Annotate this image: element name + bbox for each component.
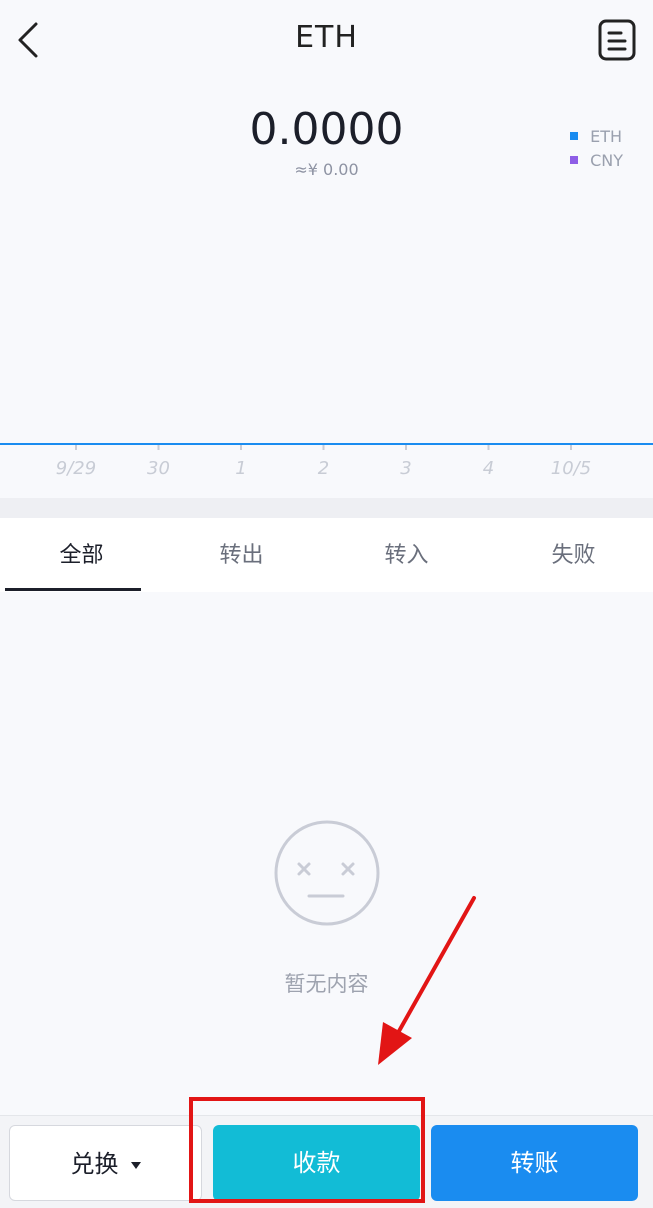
legend-item-eth: ETH [570,124,623,148]
balance-fiat: ≈¥ 0.00 [294,160,359,179]
x-tick-label: 9/29 [56,458,96,479]
balance-amount: 0.0000 [249,104,404,155]
legend-swatch-cny [570,156,579,164]
tab-failed[interactable]: 失败 [492,518,653,592]
x-tick-label: 3 [400,458,411,479]
exchange-button-label: 兑换 [70,1150,119,1178]
page-title: ETH [295,20,358,55]
tab-all[interactable]: 全部 [0,518,163,592]
x-tick-label: 1 [235,458,246,479]
empty-state-text: 暂无内容 [284,972,369,996]
transaction-tabs: 全部 转出 转入 失败 [0,518,653,592]
section-divider [0,498,653,518]
x-tick-label: 4 [483,458,494,479]
header: ETH [0,0,653,84]
tab-incoming[interactable]: 转入 [325,518,488,592]
chart-legend: ETH CNY [570,124,623,172]
empty-state [0,818,653,928]
caret-down-icon [130,1161,141,1169]
legend-label-eth: ETH [590,126,622,146]
x-tick-label: 2 [318,458,329,479]
legend-swatch-eth [570,132,579,140]
exchange-button[interactable]: 兑换 [9,1125,202,1201]
balance-chart: 9/29 30 1 2 3 4 10/5 [0,443,653,479]
tab-outgoing[interactable]: 转出 [160,518,323,592]
x-tick-label: 10/5 [551,458,591,479]
active-tab-indicator [5,588,141,591]
legend-label-cny: CNY [590,150,623,170]
pointer-arrow-icon [378,896,476,1065]
highlight-box [189,1097,425,1203]
neutral-face-icon [274,820,379,926]
transfer-button[interactable]: 转账 [431,1125,638,1201]
x-tick-label: 30 [147,458,170,479]
document-list-icon[interactable] [597,18,637,62]
legend-item-cny: CNY [570,148,623,172]
